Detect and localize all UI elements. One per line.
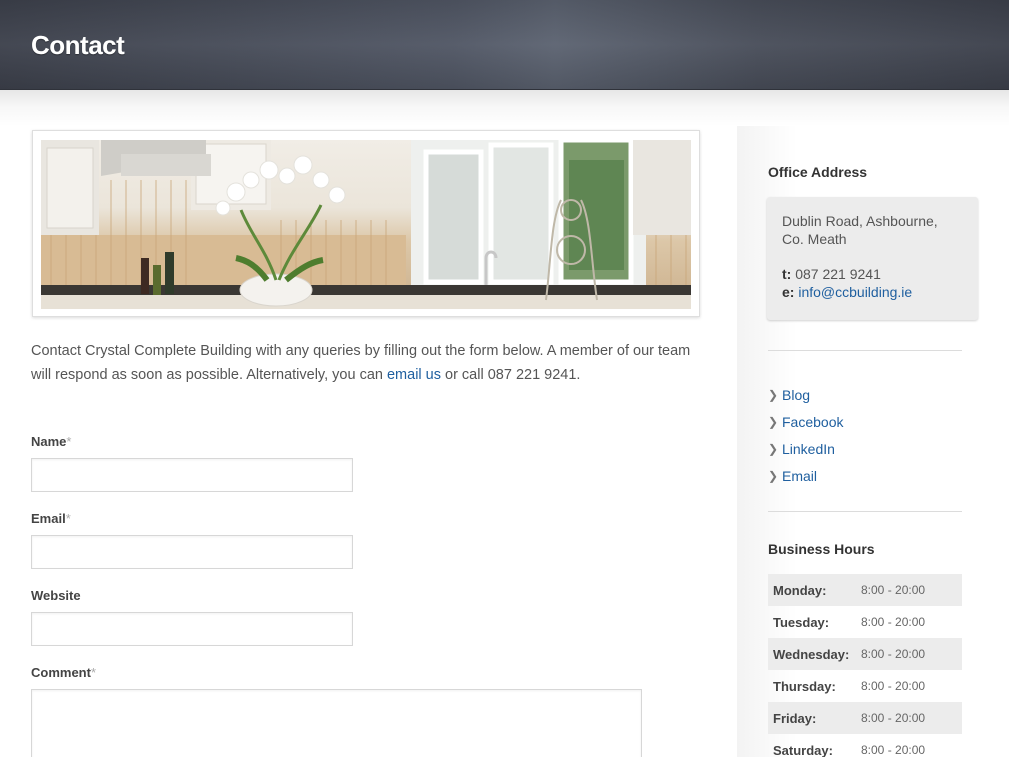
email-line: e: info@ccbuilding.ie bbox=[782, 284, 912, 300]
link-item-facebook: ❯ Facebook bbox=[768, 408, 843, 435]
intro-text-before: Contact Crystal Complete Building with a… bbox=[31, 343, 691, 383]
website-field[interactable] bbox=[31, 612, 353, 646]
time-cell: 8:00 - 20:00 bbox=[861, 583, 926, 597]
phone-number: 087 221 9241 bbox=[795, 266, 881, 282]
website-label-text: Website bbox=[31, 588, 81, 603]
day-cell: Thursday: bbox=[773, 678, 836, 694]
comment-label-text: Comment bbox=[31, 665, 91, 680]
email-us-link[interactable]: email us bbox=[387, 367, 441, 383]
comment-label: Comment* bbox=[31, 665, 96, 680]
address-line-2: Co. Meath bbox=[782, 231, 847, 247]
day-cell: Saturday: bbox=[773, 742, 833, 757]
time-cell: 8:00 - 20:00 bbox=[861, 647, 926, 661]
hours-row: Wednesday: 8:00 - 20:00 bbox=[768, 638, 962, 670]
email-prefix: e: bbox=[782, 284, 795, 300]
hours-row: Monday: 8:00 - 20:00 bbox=[768, 574, 962, 606]
required-mark: * bbox=[90, 665, 97, 680]
email-field[interactable] bbox=[31, 535, 353, 569]
chevron-right-icon: ❯ bbox=[768, 414, 779, 429]
day-cell: Tuesday: bbox=[773, 614, 830, 630]
business-hours-title: Business Hours bbox=[768, 541, 875, 557]
time-cell: 8:00 - 20:00 bbox=[861, 679, 926, 693]
chevron-right-icon: ❯ bbox=[768, 441, 779, 456]
intro-paragraph: Contact Crystal Complete Building with a… bbox=[31, 339, 711, 387]
social-links: ❯ Blog ❯ Facebook ❯ LinkedIn ❯ Email bbox=[768, 381, 843, 489]
chevron-right-icon: ❯ bbox=[768, 387, 779, 402]
required-mark: * bbox=[65, 511, 71, 526]
hours-row: Thursday: 8:00 - 20:00 bbox=[768, 670, 962, 702]
time-cell: 8:00 - 20:00 bbox=[861, 743, 926, 757]
name-field[interactable] bbox=[31, 458, 353, 492]
time-cell: 8:00 - 20:00 bbox=[861, 711, 926, 725]
intro-text-after: or call 087 221 9241. bbox=[440, 367, 581, 383]
kitchen-illustration bbox=[41, 140, 691, 309]
sidebar-divider bbox=[768, 511, 962, 512]
required-mark: * bbox=[66, 434, 72, 449]
email-label: Email* bbox=[31, 511, 71, 526]
sidebar-divider bbox=[768, 350, 962, 351]
facebook-link[interactable]: Facebook bbox=[782, 414, 843, 430]
hours-row: Friday: 8:00 - 20:00 bbox=[768, 702, 962, 734]
address-line-1: Dublin Road, Ashbourne, bbox=[782, 213, 938, 229]
header-shadow-bar bbox=[0, 90, 1009, 126]
time-cell: 8:00 - 20:00 bbox=[861, 615, 926, 629]
email-address-link[interactable]: info@ccbuilding.ie bbox=[798, 284, 912, 300]
comment-field[interactable] bbox=[31, 689, 642, 757]
day-cell: Friday: bbox=[773, 710, 817, 726]
email-label-text: Email bbox=[31, 511, 66, 526]
office-address-title: Office Address bbox=[768, 164, 868, 180]
day-cell: Wednesday: bbox=[773, 646, 850, 662]
website-label: Website bbox=[31, 588, 81, 603]
page-header: Contact bbox=[0, 0, 1009, 90]
name-label-text: Name bbox=[31, 434, 67, 449]
hours-row: Saturday: 8:00 - 20:00 bbox=[768, 734, 962, 757]
email-link[interactable]: Email bbox=[782, 468, 817, 484]
name-label: Name* bbox=[31, 434, 71, 449]
hours-row: Tuesday: 8:00 - 20:00 bbox=[768, 606, 962, 638]
phone-line: t: 087 221 9241 bbox=[782, 265, 963, 283]
linkedin-link[interactable]: LinkedIn bbox=[782, 441, 835, 457]
kitchen-banner-image bbox=[41, 140, 691, 309]
day-cell: Monday: bbox=[773, 582, 827, 598]
business-hours-table: Monday: 8:00 - 20:00 Tuesday: 8:00 - 20:00… bbox=[768, 574, 962, 757]
banner-frame bbox=[32, 130, 700, 317]
link-item-blog: ❯ Blog bbox=[768, 381, 843, 408]
address-box: Dublin Road, Ashbourne, Co. Meath t: 087… bbox=[767, 197, 978, 320]
phone-label: t: bbox=[782, 266, 792, 282]
blog-link[interactable]: Blog bbox=[782, 387, 810, 403]
link-item-email: ❯ Email bbox=[768, 462, 843, 489]
page-title: Contact bbox=[31, 30, 125, 60]
chevron-right-icon: ❯ bbox=[768, 468, 779, 483]
link-item-linkedin: ❯ LinkedIn bbox=[768, 435, 843, 462]
